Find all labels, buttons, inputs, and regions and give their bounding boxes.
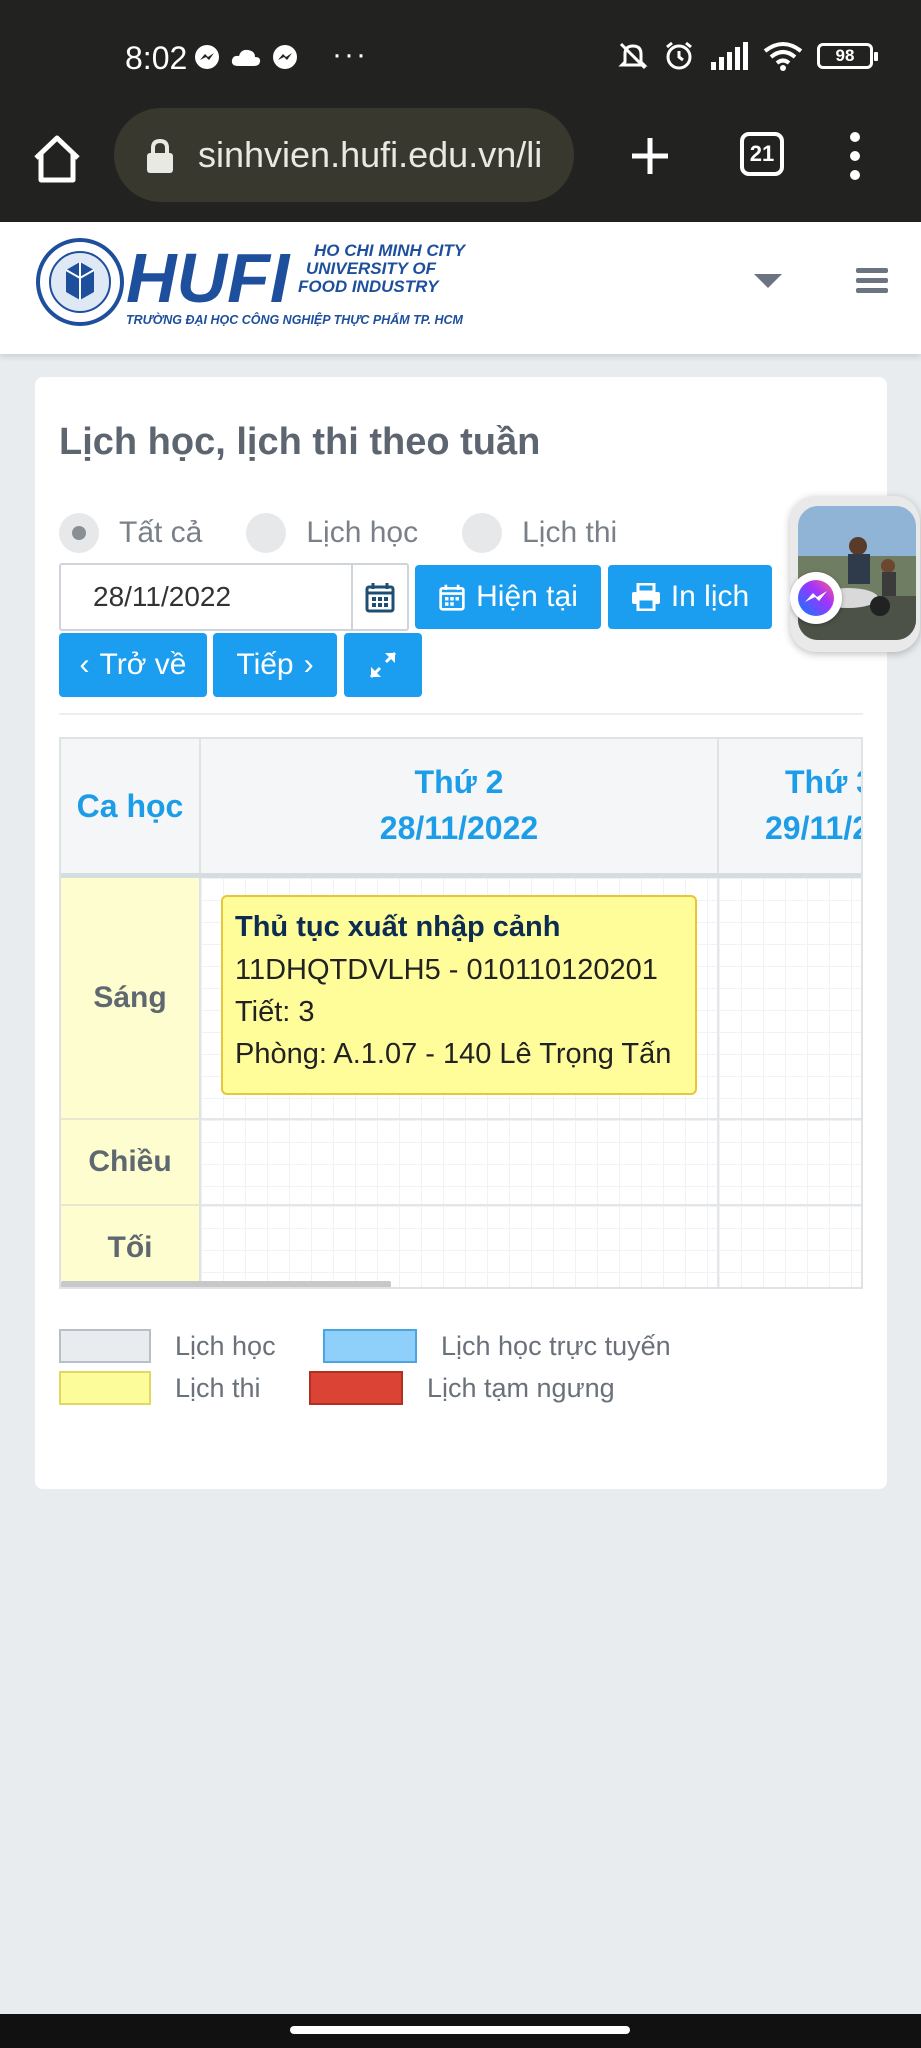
status-bar: 8:02 ··· 98 <box>0 0 921 108</box>
url-text: sinhvien.hufi.edu.vn/li <box>198 134 543 175</box>
legend-swatch-suspended <box>309 1371 403 1405</box>
tab-switcher-button[interactable]: 21 <box>740 132 784 176</box>
date-picker: 28/11/2022 <box>59 563 409 631</box>
schedule-card: Lịch học, lịch thi theo tuần Tất cả Lịch… <box>35 377 887 1489</box>
logo-line-1: HO CHI MINH CITY <box>314 241 466 260</box>
radio-classes[interactable] <box>246 513 287 553</box>
browser-toolbar: sinhvien.hufi.edu.vn/li 21 <box>0 108 921 222</box>
browser-menu-icon[interactable] <box>848 130 862 182</box>
event-title: Thủ tục xuất nhập cảnh <box>235 911 561 943</box>
system-nav-bar <box>0 2014 921 2048</box>
print-schedule-button[interactable]: In lịch <box>608 565 772 629</box>
messenger-icon <box>273 45 297 69</box>
current-week-button[interactable]: Hiện tại <box>415 565 601 629</box>
session-afternoon: Chiều <box>61 1120 201 1206</box>
previous-week-label: Trở về <box>99 648 187 681</box>
cell-monday-afternoon <box>201 1120 719 1206</box>
day-name: Thứ 2 <box>414 764 504 800</box>
user-dropdown-icon[interactable] <box>754 274 782 288</box>
day-date: 29/11/2022 <box>765 810 861 846</box>
legend: Lịch học Lịch học trực tuyến Lịch thi Lị… <box>59 1329 863 1419</box>
lock-icon <box>147 138 173 173</box>
radio-exams[interactable] <box>462 513 503 553</box>
radio-classes-label[interactable]: Lịch học <box>306 516 418 550</box>
logo-line-3: FOOD INDUSTRY <box>298 277 440 296</box>
date-input[interactable]: 28/11/2022 <box>61 565 351 629</box>
radio-exams-label[interactable]: Lịch thi <box>522 516 617 550</box>
print-label: In lịch <box>670 580 750 613</box>
filter-radio-group: Tất cả Lịch học Lịch thi <box>59 513 661 553</box>
fullscreen-button[interactable] <box>344 633 422 697</box>
new-tab-icon[interactable] <box>622 128 678 184</box>
print-icon <box>631 583 660 611</box>
legend-label-suspended: Lịch tạm ngưng <box>427 1373 615 1403</box>
site-header: HUFI HO CHI MINH CITY UNIVERSITY OF FOOD… <box>0 222 921 354</box>
calendar-icon <box>439 584 465 611</box>
day-header-tuesday: Thứ 3 29/11/2022 <box>719 739 861 873</box>
more-notifications-icon: ··· <box>332 38 368 71</box>
address-bar[interactable]: sinhvien.hufi.edu.vn/li <box>114 108 574 202</box>
logo-line-2: UNIVERSITY OF <box>306 259 437 278</box>
cell-monday-evening <box>201 1206 719 1287</box>
messenger-icon <box>195 45 219 69</box>
event-code: 11DHQTDVLH5 - 010110120201 <box>235 954 658 986</box>
legend-swatch-exam <box>59 1371 151 1405</box>
wifi-icon <box>763 42 803 71</box>
cell-tuesday-afternoon <box>719 1120 861 1206</box>
radio-all[interactable] <box>59 513 99 553</box>
signal-icon <box>711 42 748 70</box>
chevron-left-icon: ‹ <box>79 648 90 681</box>
alarm-icon <box>666 41 692 70</box>
cell-tuesday-morning <box>719 878 861 1120</box>
divider <box>59 713 863 715</box>
day-date: 28/11/2022 <box>379 810 539 846</box>
logo-main-text: HUFI <box>126 239 291 317</box>
current-week-label: Hiện tại <box>476 580 578 613</box>
home-icon[interactable] <box>30 132 84 186</box>
session-column-header: Ca học <box>61 739 201 873</box>
logo-subtitle: TRƯỜNG ĐẠI HỌC CÔNG NGHIỆP THỰC PHẨM TP.… <box>126 312 464 327</box>
system-icons: 98 <box>617 40 878 72</box>
horizontal-scrollbar[interactable] <box>61 1281 391 1287</box>
cloud-icon <box>231 49 261 66</box>
calendar-button[interactable] <box>351 565 407 629</box>
exam-event[interactable]: Thủ tục xuất nhập cảnh 11DHQTDVLH5 - 010… <box>221 895 697 1095</box>
mute-bell-icon <box>618 42 648 70</box>
calendar-icon <box>365 583 395 613</box>
day-header-monday: Thứ 2 28/11/2022 <box>201 739 719 873</box>
previous-week-button[interactable]: ‹ Trở về <box>59 633 207 697</box>
hufi-logo[interactable]: HUFI HO CHI MINH CITY UNIVERSITY OF FOOD… <box>36 230 466 334</box>
next-week-button[interactable]: Tiếp › <box>213 633 337 697</box>
expand-icon <box>369 651 397 679</box>
cell-tuesday-evening <box>719 1206 861 1287</box>
event-period: Tiết: 3 <box>235 996 315 1028</box>
next-week-label: Tiếp <box>236 648 294 681</box>
radio-all-label[interactable]: Tất cả <box>119 516 202 550</box>
legend-swatch-class <box>59 1329 151 1363</box>
menu-icon[interactable] <box>856 268 888 294</box>
notification-icons <box>194 44 298 70</box>
legend-swatch-online <box>323 1329 417 1363</box>
session-evening: Tối <box>61 1206 201 1287</box>
battery-icon: 98 <box>817 43 878 69</box>
chevron-right-icon: › <box>303 648 314 681</box>
weekly-timetable: Ca học Thứ 2 28/11/2022 Thứ 3 29/11/2022… <box>59 737 863 1289</box>
legend-label-class: Lịch học <box>175 1331 276 1361</box>
day-name: Thứ 3 <box>785 764 861 800</box>
session-morning: Sáng <box>61 878 201 1120</box>
status-time: 8:02 <box>125 40 188 76</box>
home-gesture-handle[interactable] <box>290 2026 630 2034</box>
event-room: Phòng: A.1.07 - 140 Lê Trọng Tấn <box>235 1038 672 1070</box>
legend-label-exam: Lịch thi <box>175 1373 261 1403</box>
page-title: Lịch học, lịch thi theo tuần <box>59 421 541 463</box>
legend-label-online: Lịch học trực tuyến <box>441 1331 671 1361</box>
messenger-icon <box>790 572 842 624</box>
messenger-chat-head[interactable] <box>790 496 920 652</box>
